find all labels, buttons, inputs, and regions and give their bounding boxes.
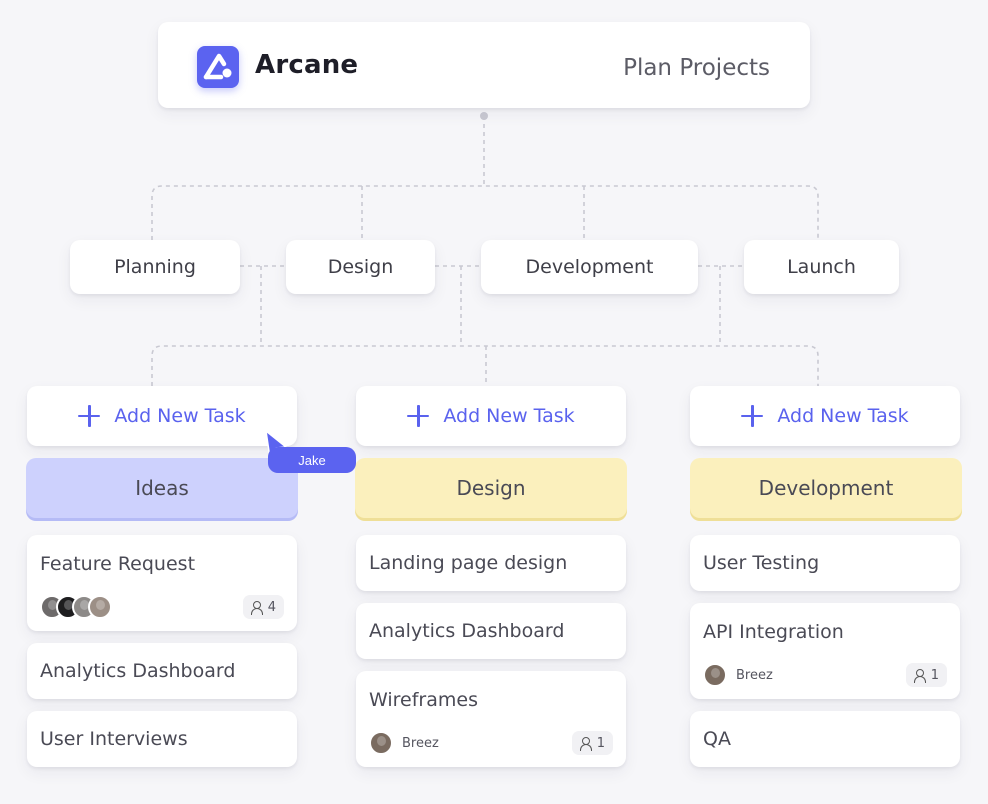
assignee-count: 4 — [267, 599, 276, 615]
add-task-button-design[interactable]: Add New Task — [356, 386, 626, 446]
task-card[interactable]: Feature Request 4 — [27, 535, 297, 631]
brand-name: Arcane — [255, 50, 359, 80]
stage-planning[interactable]: Planning — [70, 240, 240, 294]
plus-icon — [407, 405, 430, 427]
app-header: Arcane Plan Projects — [158, 22, 810, 108]
assignee-count: 1 — [930, 667, 939, 683]
plus-icon — [741, 405, 764, 427]
assignee-count-badge: 4 — [242, 595, 284, 619]
assignee-avatars — [40, 595, 112, 619]
task-card[interactable]: User Testing — [690, 535, 960, 591]
assignee: Breez — [369, 731, 439, 755]
task-title: User Interviews — [40, 728, 188, 750]
task-title: Wireframes — [369, 689, 478, 711]
assignee-count: 1 — [596, 735, 605, 751]
add-task-label: Add New Task — [777, 405, 909, 427]
page-subtitle: Plan Projects — [623, 55, 770, 81]
task-title: Analytics Dashboard — [40, 660, 236, 682]
avatar — [369, 731, 393, 755]
add-task-button-ideas[interactable]: Add New Task — [27, 386, 297, 446]
task-title: QA — [703, 728, 731, 750]
person-icon — [250, 600, 263, 615]
assignee-count-badge: 1 — [571, 731, 613, 755]
task-card[interactable]: Landing page design — [356, 535, 626, 591]
avatar — [88, 595, 112, 619]
task-title: Analytics Dashboard — [369, 620, 565, 642]
column-header-development[interactable]: Development — [690, 458, 962, 518]
person-icon — [913, 668, 926, 683]
task-title: Landing page design — [369, 552, 568, 574]
assignee-name: Breez — [402, 735, 439, 751]
task-card[interactable]: User Interviews — [27, 711, 297, 767]
task-title: User Testing — [703, 552, 820, 574]
task-card[interactable]: Analytics Dashboard — [27, 643, 297, 699]
stage-development[interactable]: Development — [481, 240, 698, 294]
stage-launch[interactable]: Launch — [744, 240, 899, 294]
arcane-logo-icon — [197, 46, 239, 88]
task-card[interactable]: API Integration Breez 1 — [690, 603, 960, 699]
assignee-name: Breez — [736, 667, 773, 683]
add-task-label: Add New Task — [114, 405, 246, 427]
task-card[interactable]: QA — [690, 711, 960, 767]
add-task-label: Add New Task — [443, 405, 575, 427]
collaborator-cursor-label: Jake — [268, 447, 356, 473]
task-card[interactable]: Wireframes Breez 1 — [356, 671, 626, 767]
assignee: Breez — [703, 663, 773, 687]
column-header-design[interactable]: Design — [355, 458, 627, 518]
task-title: API Integration — [703, 621, 844, 643]
task-card[interactable]: Analytics Dashboard — [356, 603, 626, 659]
plus-icon — [78, 405, 101, 427]
person-icon — [579, 736, 592, 751]
stage-design[interactable]: Design — [286, 240, 435, 294]
assignee-count-badge: 1 — [905, 663, 947, 687]
column-header-ideas[interactable]: Ideas — [26, 458, 298, 518]
task-title: Feature Request — [40, 553, 196, 575]
avatar — [703, 663, 727, 687]
add-task-button-development[interactable]: Add New Task — [690, 386, 960, 446]
